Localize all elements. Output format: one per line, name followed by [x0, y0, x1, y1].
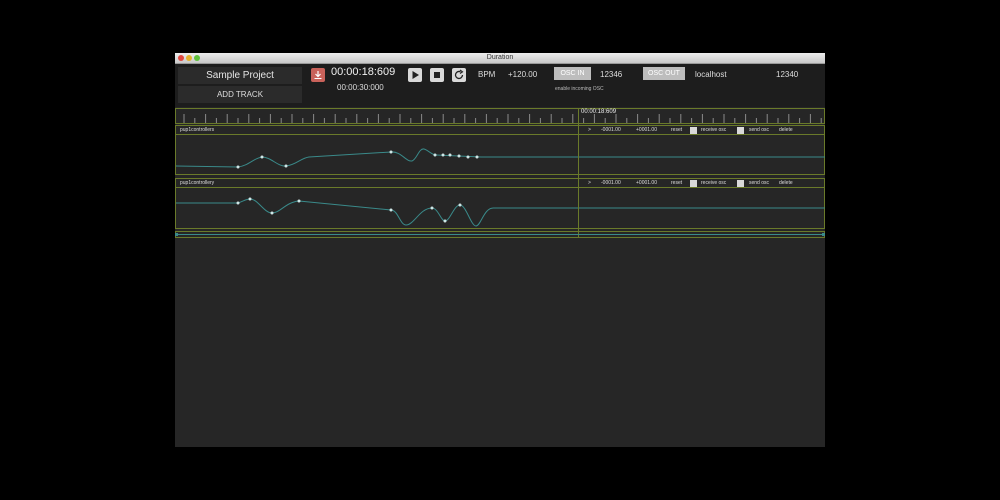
duration-field[interactable]: 00:00:30:000 [337, 83, 384, 92]
project-name-box[interactable]: Sample Project [178, 67, 302, 84]
window-title: Duration [486, 54, 514, 61]
osc-in-toggle[interactable]: OSC IN [554, 67, 591, 80]
zoom-handle-left[interactable] [175, 233, 178, 236]
bpm-label: BPM [478, 70, 496, 79]
send-osc-checkbox[interactable] [737, 180, 744, 187]
receive-osc-checkbox[interactable] [690, 127, 697, 134]
receive-osc-checkbox[interactable] [690, 180, 697, 187]
send-osc-label: send osc [749, 180, 770, 186]
track-name[interactable]: pup1controllery [180, 180, 214, 186]
max-value-field[interactable]: +0001.00 [636, 180, 657, 186]
receive-osc-label: receive osc [701, 180, 727, 186]
curve-lane[interactable] [175, 134, 825, 175]
zoom-scrollbar[interactable] [175, 231, 825, 238]
max-value-field[interactable]: +0001.00 [636, 127, 657, 133]
add-track-button[interactable]: ADD TRACK [178, 86, 302, 103]
osc-out-port-field[interactable]: 12340 [776, 70, 798, 79]
send-osc-label: send osc [749, 127, 770, 133]
reset-button[interactable]: reset [671, 127, 682, 133]
zoom-handle-right[interactable] [822, 233, 825, 236]
receive-osc-label: receive osc [701, 127, 727, 133]
keyframes [236, 150, 479, 169]
osc-in-port-field[interactable]: 12346 [600, 70, 622, 79]
loop-button[interactable] [452, 68, 466, 82]
timeline-ruler[interactable] [175, 108, 825, 124]
stop-icon [434, 72, 440, 78]
play-button[interactable] [408, 68, 422, 82]
keyframes [236, 197, 462, 223]
track-name[interactable]: pup1controllers [180, 127, 214, 133]
delete-track-button[interactable]: delete [779, 180, 793, 186]
bpm-field[interactable]: +120.00 [508, 70, 537, 79]
collapse-arrow[interactable]: > [588, 180, 591, 186]
ruler-ticks [183, 114, 822, 123]
current-timecode: 00:00:18:609 [331, 66, 396, 78]
osc-out-toggle[interactable]: OSC OUT [643, 67, 685, 80]
title-bar: Duration [175, 53, 825, 64]
collapse-arrow[interactable]: > [588, 127, 591, 133]
header-bar: Sample Project ADD TRACK 00:00:18:609 00… [175, 64, 825, 107]
min-value-field[interactable]: -0001.00 [601, 180, 621, 186]
save-icon [314, 71, 322, 79]
reset-button[interactable]: reset [671, 180, 682, 186]
play-icon [412, 71, 419, 79]
loop-icon [454, 69, 464, 80]
stop-button[interactable] [430, 68, 444, 82]
save-button[interactable] [311, 68, 325, 82]
min-value-field[interactable]: -0001.00 [601, 127, 621, 133]
app-window: Duration Sample Project ADD TRACK 00:00:… [175, 53, 825, 447]
osc-in-hint: enable incoming OSC [555, 86, 604, 92]
send-osc-checkbox[interactable] [737, 127, 744, 134]
delete-track-button[interactable]: delete [779, 127, 793, 133]
project-name: Sample Project [206, 70, 274, 81]
curve-line [176, 148, 825, 168]
curve-graph [176, 197, 825, 227]
playhead[interactable] [578, 108, 579, 237]
curve-lane[interactable] [175, 187, 825, 229]
osc-out-host-field[interactable]: localhost [695, 70, 727, 79]
playhead-time: 00:00:18:609 [581, 109, 617, 115]
curve-graph [176, 148, 825, 169]
